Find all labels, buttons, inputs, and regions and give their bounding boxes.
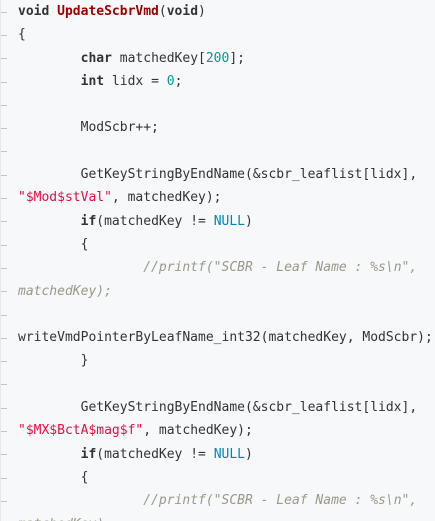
code-line: char matchedKey[200]; (1, 47, 435, 70)
function-name-token: UpdateScbrVmd (57, 4, 159, 19)
keyword-token: char (80, 50, 112, 66)
code-line: GetKeyStringByEndName(&scbr_leaflist[lid… (1, 396, 435, 419)
comment-token: matchedKey); (18, 517, 112, 521)
code-token: GetKeyStringByEndName(&scbr_leaflist[lid… (18, 167, 418, 183)
code-line: GetKeyStringByEndName(&scbr_leaflist[lid… (1, 163, 435, 186)
code-line: "$Mod$stVal", matchedKey); (1, 186, 435, 209)
null-token: NULL (213, 446, 245, 462)
code-block: void UpdateScbrVmd(void){ char matchedKe… (0, 0, 435, 521)
comment-token: //printf("SCBR - Leaf Name : %s\n", (143, 260, 418, 276)
code-token: ) (245, 446, 253, 462)
code-token: ) (198, 4, 206, 19)
code-token: } (18, 353, 89, 369)
comment-token: //printf("SCBR - Leaf Name : %s\n", (143, 493, 418, 509)
code-line: ModScbr++; (1, 116, 435, 139)
code-line: "$MX$BctA$mag$f", matchedKey); (1, 419, 435, 442)
code-line: writeVmdPointerByLeafName_int32(matchedK… (1, 326, 435, 349)
code-token: matchedKey[ (111, 50, 206, 66)
code-token: GetKeyStringByEndName(&scbr_leaflist[lid… (18, 400, 418, 416)
code-line (1, 140, 435, 163)
code-line: //printf("SCBR - Leaf Name : %s\n", (1, 489, 435, 512)
code-token: { (18, 469, 89, 485)
code-token: ModScbr++; (18, 120, 159, 136)
code-token: , matchedKey); (111, 190, 222, 206)
code-token: ; (174, 73, 183, 89)
code-line (1, 373, 435, 396)
code-token: (matchedKey != (96, 213, 214, 229)
code-line: int lidx = 0; (1, 70, 435, 93)
code-token: ) (245, 213, 253, 229)
code-line: if(matchedKey != NULL) (1, 443, 435, 466)
number-token: 0 (166, 73, 175, 89)
comment-token: matchedKey); (18, 283, 112, 299)
code-line: if(matchedKey != NULL) (1, 210, 435, 233)
code-token: ( (158, 4, 167, 19)
code-line: matchedKey); (1, 280, 435, 303)
keyword-token: if (80, 213, 97, 229)
code-token: ]; (229, 50, 245, 66)
code-line (1, 303, 435, 326)
number-token: 200 (205, 50, 230, 66)
code-line: matchedKey); (1, 513, 435, 521)
code-line: //printf("SCBR - Leaf Name : %s\n", (1, 256, 435, 279)
code-line: { (1, 23, 435, 46)
code-token: , matchedKey); (143, 423, 253, 439)
null-token: NULL (213, 213, 245, 229)
string-token: "$Mod$stVal" (18, 190, 112, 206)
code-token: { (18, 236, 89, 252)
code-line: void UpdateScbrVmd(void) (1, 0, 435, 23)
keyword-token: if (80, 446, 97, 462)
code-line (1, 93, 435, 116)
code-line: } (1, 349, 435, 372)
code-token: (matchedKey != (96, 446, 214, 462)
code-token: lidx = (104, 73, 167, 89)
keyword-token: int (80, 73, 105, 89)
code-line: { (1, 466, 435, 489)
code-line: { (1, 233, 435, 256)
code-token: writeVmdPointerByLeafName_int32(matchedK… (18, 330, 433, 346)
code-token: { (18, 27, 26, 43)
keyword-token: void (18, 4, 50, 19)
string-token: "$MX$BctA$mag$f" (18, 423, 144, 439)
keyword-token: void (166, 4, 199, 19)
